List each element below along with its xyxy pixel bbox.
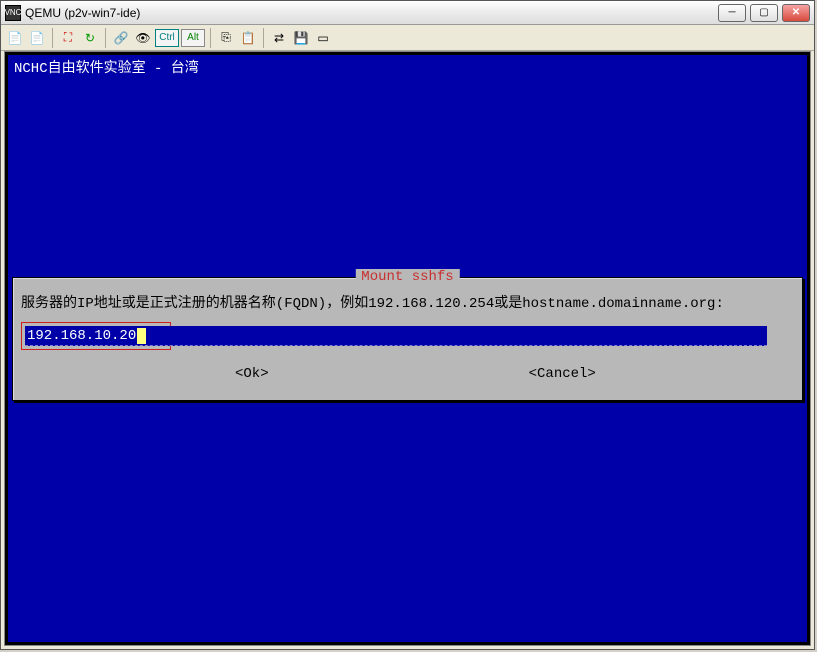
alt-key-button[interactable]: Alt	[181, 29, 205, 47]
ok-button[interactable]: <Ok>	[235, 366, 269, 382]
new-connection-icon[interactable]: 📄	[5, 28, 25, 48]
console-header: NCHC自由软件实验室 - 台湾	[8, 55, 807, 79]
mount-sshfs-dialog: Mount sshfs 服务器的IP地址或是正式注册的机器名称(FQDN)，例如…	[12, 277, 803, 401]
vnc-viewport: NCHC自由软件实验室 - 台湾 Mount sshfs 服务器的IP地址或是正…	[4, 51, 811, 646]
save-connection-icon[interactable]: 📄	[27, 28, 47, 48]
ctrl-key-button[interactable]: Ctrl	[155, 29, 179, 47]
input-highlight-box: 192.168.10.20	[21, 322, 171, 350]
separator	[105, 28, 106, 48]
file-transfer-icon[interactable]: ⇄	[269, 28, 289, 48]
titlebar: VNC QEMU (p2v-win7-ide) ─ ▢ ✕	[1, 1, 814, 25]
separator	[263, 28, 264, 48]
copy-icon[interactable]: ⎘	[216, 28, 236, 48]
input-value: 192.168.10.20	[27, 328, 136, 344]
scale-icon[interactable]: ▭	[313, 28, 333, 48]
ip-input-field[interactable]: 192.168.10.20	[25, 326, 767, 346]
app-icon: VNC	[5, 5, 21, 21]
save-icon[interactable]: 💾	[291, 28, 311, 48]
main-window: VNC QEMU (p2v-win7-ide) ─ ▢ ✕ 📄 📄 ⛶ ↻ 🔗 …	[0, 0, 815, 650]
dialog-title: Mount sshfs	[355, 269, 459, 285]
window-title: QEMU (p2v-win7-ide)	[25, 6, 140, 20]
paste-icon[interactable]: 📋	[238, 28, 258, 48]
minimize-button[interactable]: ─	[718, 4, 746, 22]
send-cad-icon[interactable]: 🔗	[111, 28, 131, 48]
dialog-prompt: 服务器的IP地址或是正式注册的机器名称(FQDN)，例如192.168.120.…	[21, 292, 794, 312]
dialog-button-row: <Ok> <Cancel>	[21, 366, 794, 382]
text-cursor	[137, 328, 146, 344]
console-screen[interactable]: NCHC自由软件实验室 - 台湾 Mount sshfs 服务器的IP地址或是正…	[8, 55, 807, 642]
maximize-button[interactable]: ▢	[750, 4, 778, 22]
separator	[52, 28, 53, 48]
toolbar: 📄 📄 ⛶ ↻ 🔗 👁 Ctrl Alt ⎘ 📋 ⇄ 💾 ▭	[1, 25, 814, 51]
window-controls: ─ ▢ ✕	[718, 4, 810, 22]
close-button[interactable]: ✕	[782, 4, 810, 22]
fullscreen-icon[interactable]: ⛶	[58, 28, 78, 48]
view-only-icon[interactable]: 👁	[133, 28, 153, 48]
separator	[210, 28, 211, 48]
refresh-icon[interactable]: ↻	[80, 28, 100, 48]
cancel-button[interactable]: <Cancel>	[529, 366, 596, 382]
